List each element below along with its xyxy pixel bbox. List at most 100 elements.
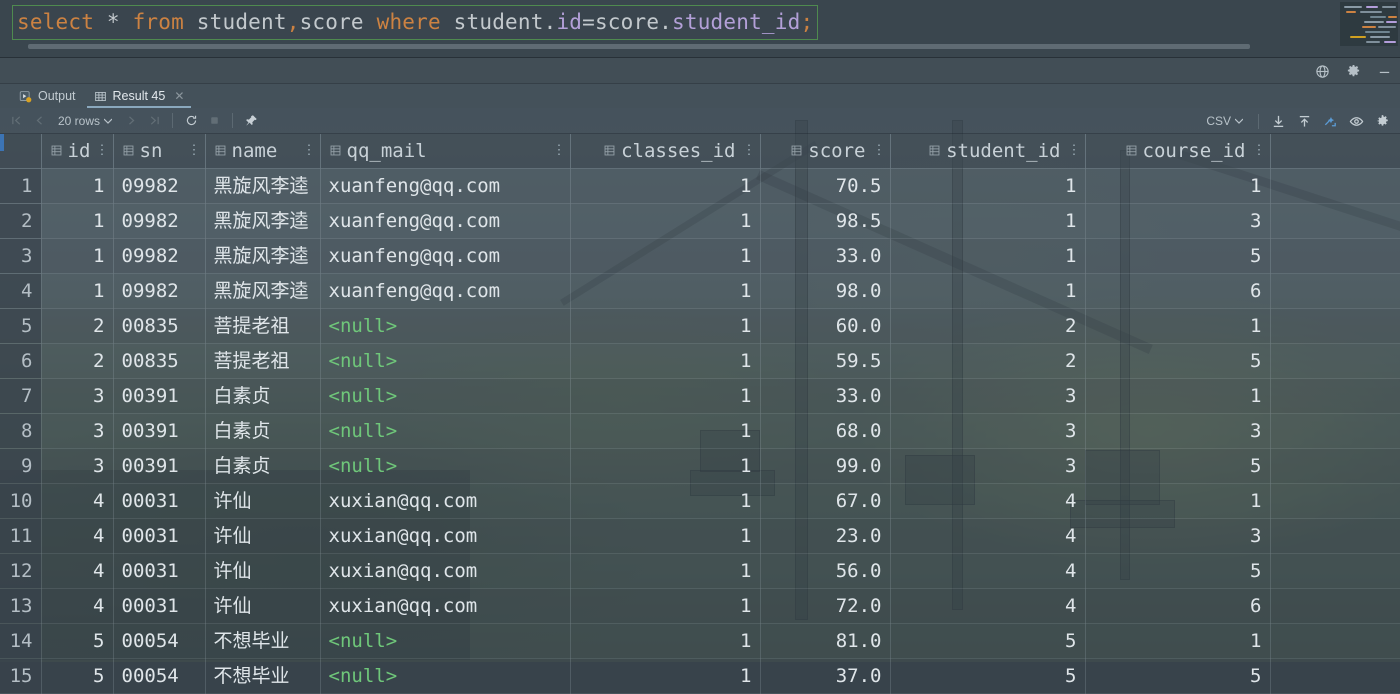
tab-result-45[interactable]: Result 45 ✕ xyxy=(85,84,194,108)
cell-sn[interactable]: 00835 xyxy=(113,343,205,378)
cell-name[interactable]: 许仙 xyxy=(205,553,320,588)
stop-icon[interactable] xyxy=(204,111,224,131)
cell-sn[interactable]: 00031 xyxy=(113,588,205,623)
cell-name[interactable]: 菩提老祖 xyxy=(205,343,320,378)
cell-score[interactable]: 67.0 xyxy=(760,483,890,518)
cell-sn[interactable]: 00031 xyxy=(113,553,205,588)
sql-statement[interactable]: select * from student,score where studen… xyxy=(12,5,818,40)
cell-id[interactable]: 1 xyxy=(41,273,113,308)
cell-name[interactable]: 菩提老祖 xyxy=(205,308,320,343)
cell-sn[interactable]: 00031 xyxy=(113,518,205,553)
gear-icon[interactable] xyxy=(1370,110,1394,132)
cell-qq-mail[interactable]: <null> xyxy=(320,623,570,658)
cell-student-id[interactable]: 5 xyxy=(890,658,1085,693)
cell-sn[interactable]: 09982 xyxy=(113,238,205,273)
rows-count-dropdown[interactable]: 20 rows xyxy=(52,114,118,128)
cell-qq-mail[interactable]: xuanfeng@qq.com xyxy=(320,203,570,238)
cell-id[interactable]: 4 xyxy=(41,483,113,518)
cell-id[interactable]: 2 xyxy=(41,308,113,343)
row-number[interactable]: 12 xyxy=(0,553,41,588)
table-row[interactable]: 4109982黑旋风李逵xuanfeng@qq.com198.016 xyxy=(0,273,1400,308)
cell-sn[interactable]: 00031 xyxy=(113,483,205,518)
cell-qq-mail[interactable]: <null> xyxy=(320,448,570,483)
row-number[interactable]: 9 xyxy=(0,448,41,483)
cell-name[interactable]: 黑旋风李逵 xyxy=(205,168,320,203)
cell-id[interactable]: 5 xyxy=(41,623,113,658)
cell-score[interactable]: 72.0 xyxy=(760,588,890,623)
cell-name[interactable]: 许仙 xyxy=(205,483,320,518)
code-minimap[interactable] xyxy=(1340,2,1398,46)
column-header-qq-mail[interactable]: qq_mail ⋮ xyxy=(320,134,570,168)
cell-student-id[interactable]: 4 xyxy=(890,588,1085,623)
cell-classes-id[interactable]: 1 xyxy=(570,448,760,483)
column-header-name[interactable]: name ⋮ xyxy=(205,134,320,168)
cell-classes-id[interactable]: 1 xyxy=(570,483,760,518)
cell-id[interactable]: 3 xyxy=(41,448,113,483)
cell-id[interactable]: 4 xyxy=(41,588,113,623)
table-row[interactable]: 13400031许仙xuxian@qq.com172.046 xyxy=(0,588,1400,623)
column-header-course-id[interactable]: course_id ⋮ xyxy=(1085,134,1270,168)
refresh-icon[interactable] xyxy=(181,111,201,131)
table-row[interactable]: 10400031许仙xuxian@qq.com167.041 xyxy=(0,483,1400,518)
cell-id[interactable]: 1 xyxy=(41,168,113,203)
sql-editor[interactable]: select * from student,score where studen… xyxy=(0,0,1400,58)
cell-name[interactable]: 黑旋风李逵 xyxy=(205,273,320,308)
cell-id[interactable]: 2 xyxy=(41,343,113,378)
cell-score[interactable]: 68.0 xyxy=(760,413,890,448)
cell-course-id[interactable]: 3 xyxy=(1085,518,1270,553)
cell-student-id[interactable]: 2 xyxy=(890,308,1085,343)
table-row[interactable]: 5200835菩提老祖<null>160.021 xyxy=(0,308,1400,343)
transpose-icon[interactable] xyxy=(1318,110,1342,132)
column-header-score[interactable]: score ⋮ xyxy=(760,134,890,168)
cell-sn[interactable]: 00054 xyxy=(113,623,205,658)
cell-sn[interactable]: 00391 xyxy=(113,378,205,413)
cell-classes-id[interactable]: 1 xyxy=(570,553,760,588)
cell-name[interactable]: 不想毕业 xyxy=(205,623,320,658)
cell-classes-id[interactable]: 1 xyxy=(570,168,760,203)
sort-indicator[interactable]: ⋮ xyxy=(743,134,755,168)
cell-qq-mail[interactable]: <null> xyxy=(320,378,570,413)
cell-name[interactable]: 白素贞 xyxy=(205,378,320,413)
sort-indicator[interactable]: ⋮ xyxy=(96,134,108,168)
cell-student-id[interactable]: 3 xyxy=(890,378,1085,413)
row-number[interactable]: 5 xyxy=(0,308,41,343)
cell-course-id[interactable]: 3 xyxy=(1085,413,1270,448)
cell-id[interactable]: 3 xyxy=(41,413,113,448)
cell-score[interactable]: 56.0 xyxy=(760,553,890,588)
cell-name[interactable]: 许仙 xyxy=(205,518,320,553)
sort-indicator[interactable]: ⋮ xyxy=(188,134,200,168)
cell-classes-id[interactable]: 1 xyxy=(570,378,760,413)
table-row[interactable]: 7300391白素贞<null>133.031 xyxy=(0,378,1400,413)
cell-score[interactable]: 33.0 xyxy=(760,378,890,413)
cell-qq-mail[interactable]: <null> xyxy=(320,413,570,448)
cell-student-id[interactable]: 4 xyxy=(890,483,1085,518)
table-row[interactable]: 12400031许仙xuxian@qq.com156.045 xyxy=(0,553,1400,588)
upload-icon[interactable] xyxy=(1292,110,1316,132)
cell-classes-id[interactable]: 1 xyxy=(570,238,760,273)
next-page-icon[interactable] xyxy=(121,111,141,131)
prev-page-icon[interactable] xyxy=(29,111,49,131)
table-row[interactable]: 9300391白素贞<null>199.035 xyxy=(0,448,1400,483)
cell-student-id[interactable]: 1 xyxy=(890,203,1085,238)
cell-score[interactable]: 98.0 xyxy=(760,273,890,308)
cell-student-id[interactable]: 1 xyxy=(890,168,1085,203)
cell-sn[interactable]: 00391 xyxy=(113,413,205,448)
settings-icon[interactable] xyxy=(1346,64,1361,79)
last-page-icon[interactable] xyxy=(144,111,164,131)
sort-indicator[interactable]: ⋮ xyxy=(1253,134,1265,168)
cell-classes-id[interactable]: 1 xyxy=(570,308,760,343)
cell-course-id[interactable]: 5 xyxy=(1085,658,1270,693)
close-icon[interactable]: ✕ xyxy=(174,89,184,103)
table-row[interactable]: 2109982黑旋风李逵xuanfeng@qq.com198.513 xyxy=(0,203,1400,238)
cell-student-id[interactable]: 3 xyxy=(890,413,1085,448)
cell-score[interactable]: 33.0 xyxy=(760,238,890,273)
cell-student-id[interactable]: 4 xyxy=(890,518,1085,553)
cell-classes-id[interactable]: 1 xyxy=(570,203,760,238)
cell-sn[interactable]: 00054 xyxy=(113,658,205,693)
cell-course-id[interactable]: 6 xyxy=(1085,273,1270,308)
cell-classes-id[interactable]: 1 xyxy=(570,343,760,378)
row-number[interactable]: 6 xyxy=(0,343,41,378)
cell-qq-mail[interactable]: xuanfeng@qq.com xyxy=(320,273,570,308)
cell-classes-id[interactable]: 1 xyxy=(570,623,760,658)
tab-output[interactable]: Output xyxy=(10,84,85,108)
